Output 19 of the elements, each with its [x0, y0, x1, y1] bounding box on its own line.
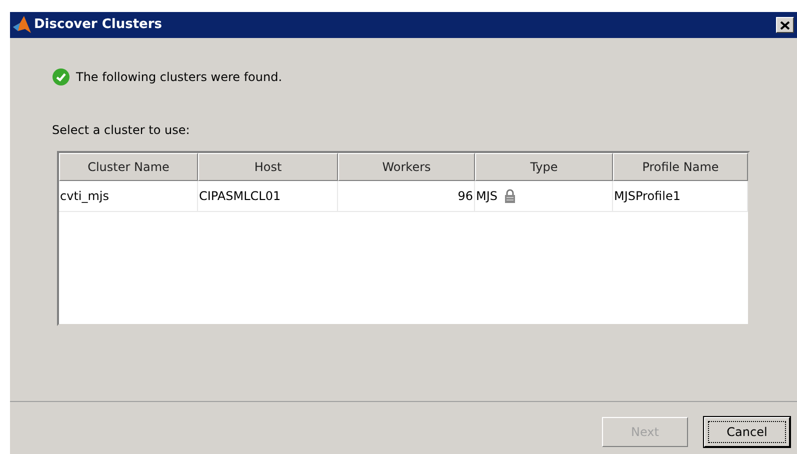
column-header[interactable]: Workers: [338, 153, 475, 181]
column-header[interactable]: Host: [198, 153, 338, 181]
column-header[interactable]: Type: [475, 153, 613, 181]
prompt-label: Select a cluster to use:: [52, 122, 191, 139]
table-cell-text: 96: [458, 188, 473, 205]
column-header[interactable]: Profile Name: [613, 153, 748, 181]
table-cell-text: MJS: [476, 188, 498, 205]
check-icon: [52, 68, 70, 86]
close-icon: [780, 20, 790, 30]
status-message: The following clusters were found.: [76, 69, 282, 86]
table-cell-text: cvti_mjs: [60, 188, 110, 205]
table-cell-text: MJSProfile1: [614, 188, 680, 205]
table-row[interactable]: cvti_mjs CIPASMLCL01 96 MJS MJSProfile1: [59, 181, 748, 212]
logo-icon: [12, 15, 32, 35]
window-title: Discover Clusters: [34, 16, 162, 34]
column-header[interactable]: Cluster Name: [59, 153, 198, 181]
table-cell-text: CIPASMLCL01: [199, 188, 281, 205]
dialog-button[interactable]: Cancel: [704, 417, 790, 447]
close-button[interactable]: [776, 17, 794, 33]
